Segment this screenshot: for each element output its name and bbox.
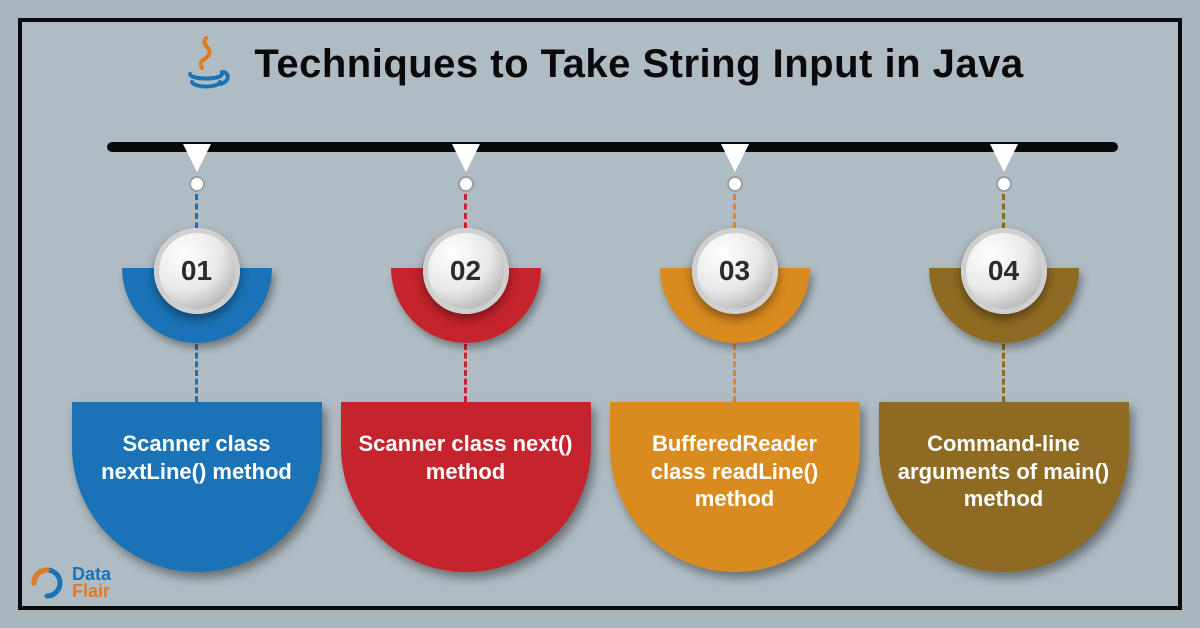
technique-item-4: 04 Command-line arguments of main() meth… xyxy=(879,142,1129,592)
columns: 01 Scanner class nextLine() method 02 Sc… xyxy=(62,142,1138,592)
item-label: Command-line arguments of main() method xyxy=(879,430,1129,513)
diagram-frame: Techniques to Take String Input in Java … xyxy=(18,18,1182,610)
connector-line xyxy=(195,344,198,402)
number-disc-icon: 01 xyxy=(154,228,240,314)
item-number: 01 xyxy=(181,255,212,287)
connector-line xyxy=(733,344,736,402)
item-label: Scanner class nextLine() method xyxy=(72,430,322,485)
page-title: Techniques to Take String Input in Java xyxy=(254,42,1023,87)
number-disc-icon: 02 xyxy=(423,228,509,314)
brand-mark-icon xyxy=(28,564,66,602)
item-label-shape: Scanner class nextLine() method xyxy=(72,402,322,572)
number-badge: 01 xyxy=(122,238,272,346)
item-label-shape: BufferedReader class readLine() method xyxy=(610,402,860,572)
item-label: BufferedReader class readLine() method xyxy=(610,430,860,513)
connector-line xyxy=(1002,344,1005,402)
connector-drop-icon xyxy=(452,144,480,172)
item-number: 04 xyxy=(988,255,1019,287)
java-logo-icon xyxy=(176,34,236,94)
item-label: Scanner class next() method xyxy=(341,430,591,485)
connector-drop-icon xyxy=(990,144,1018,172)
number-badge: 03 xyxy=(660,238,810,346)
number-badge: 02 xyxy=(391,238,541,346)
technique-item-2: 02 Scanner class next() method xyxy=(341,142,591,592)
header: Techniques to Take String Input in Java xyxy=(22,22,1178,94)
item-label-shape: Command-line arguments of main() method xyxy=(879,402,1129,572)
brand-text: Data Flair xyxy=(72,566,111,600)
number-disc-icon: 04 xyxy=(961,228,1047,314)
technique-item-1: 01 Scanner class nextLine() method xyxy=(72,142,322,592)
connector-dot-icon xyxy=(729,178,741,190)
number-disc-icon: 03 xyxy=(692,228,778,314)
item-number: 02 xyxy=(450,255,481,287)
brand-logo: Data Flair xyxy=(28,564,111,602)
item-number: 03 xyxy=(719,255,750,287)
connector-drop-icon xyxy=(183,144,211,172)
item-label-shape: Scanner class next() method xyxy=(341,402,591,572)
connector-dot-icon xyxy=(191,178,203,190)
technique-item-3: 03 BufferedReader class readLine() metho… xyxy=(610,142,860,592)
connector-line xyxy=(464,344,467,402)
connector-dot-icon xyxy=(998,178,1010,190)
number-badge: 04 xyxy=(929,238,1079,346)
connector-dot-icon xyxy=(460,178,472,190)
connector-drop-icon xyxy=(721,144,749,172)
brand-text-bottom: Flair xyxy=(72,583,111,600)
